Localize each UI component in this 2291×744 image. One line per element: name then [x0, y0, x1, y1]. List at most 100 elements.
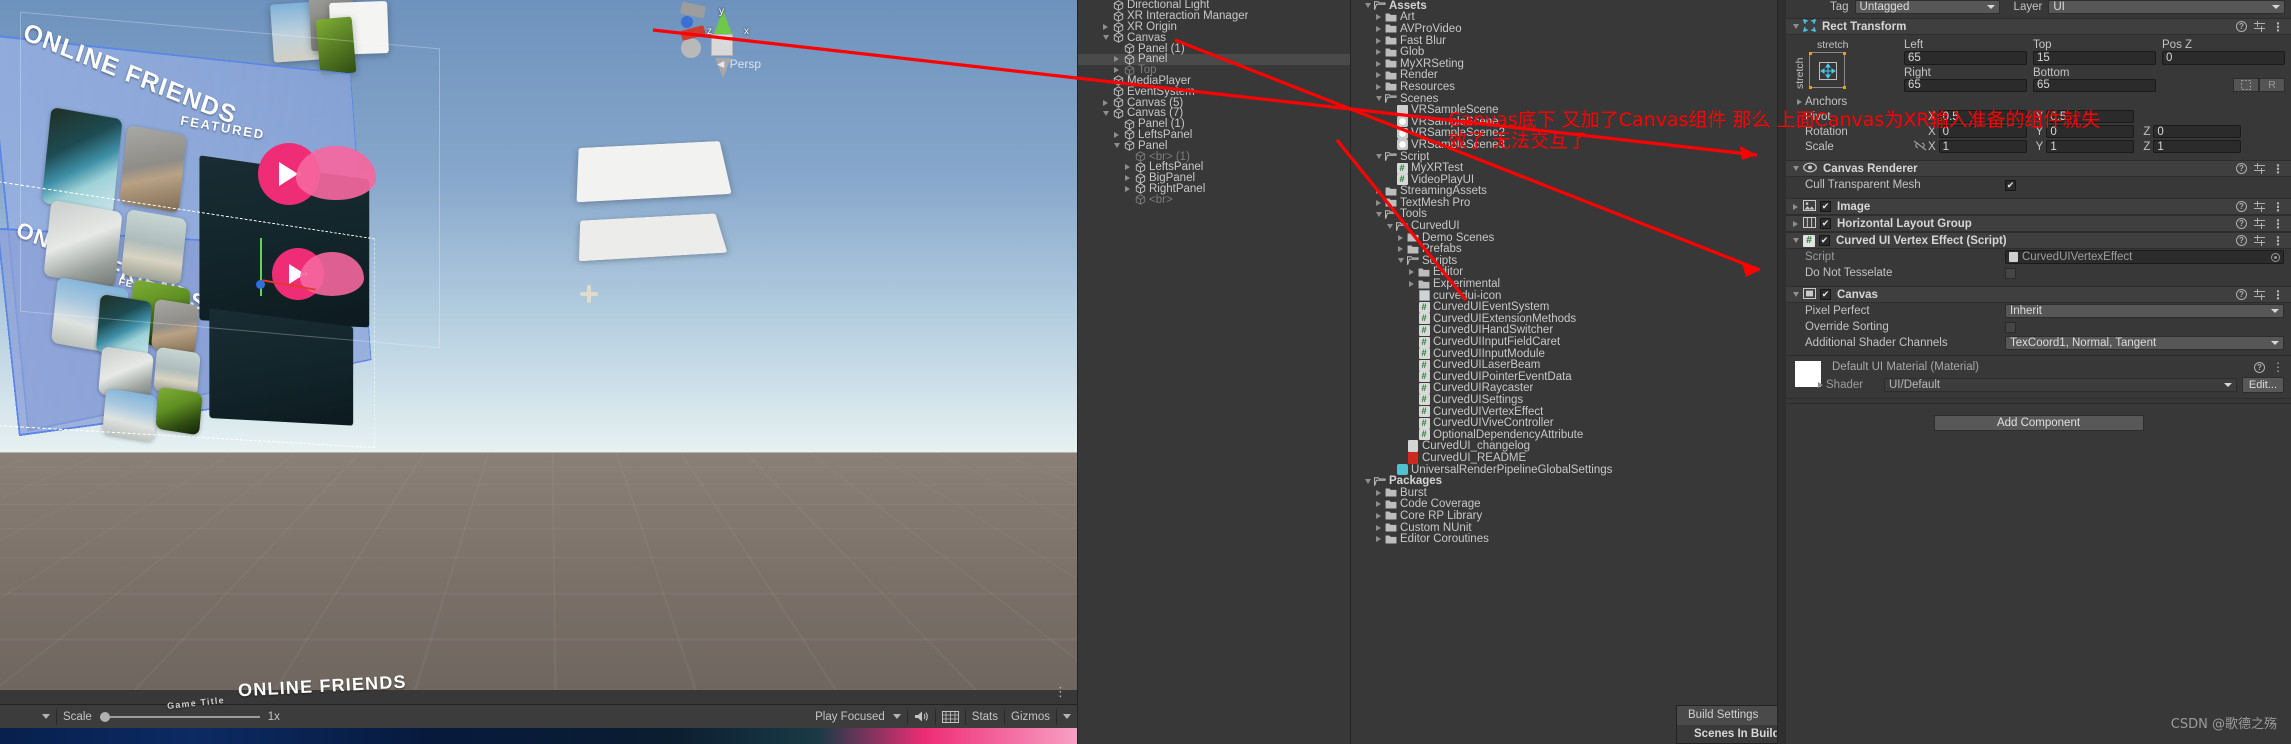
- tree-twisty[interactable]: [1122, 186, 1133, 192]
- point-light-gizmo[interactable]: [578, 283, 600, 305]
- anchor-preset-box[interactable]: [1809, 52, 1845, 88]
- project-item-curveduivertexeffect[interactable]: # CurvedUIVertexEffect: [1351, 406, 1777, 418]
- hierarchy-tree[interactable]: Directional Light XR Interaction Manager X…: [1078, 0, 1350, 205]
- tree-twisty[interactable]: [1111, 67, 1122, 73]
- preset-icon[interactable]: [2254, 289, 2265, 300]
- aspect-dropdown[interactable]: Play Focused: [809, 705, 907, 728]
- left-field-group[interactable]: Left 65: [1904, 39, 2027, 65]
- hierarchy-item-canvas-7[interactable]: Canvas (7): [1078, 108, 1350, 119]
- project-item-curvedui[interactable]: CurvedUI: [1351, 220, 1777, 232]
- component-header-icons[interactable]: ? ⋮: [2236, 201, 2291, 212]
- project-item-custom-nunit[interactable]: Custom NUnit: [1351, 522, 1777, 534]
- scene-view-overflow-menu[interactable]: ⋮: [1054, 688, 1067, 696]
- component-header-icons[interactable]: ? ⋮: [2236, 289, 2291, 300]
- scene-view[interactable]: ONLINE FRIENDS FEATURED ONLINE FRIENDS F…: [0, 0, 1077, 744]
- project-item-demo-scenes[interactable]: Demo Scenes: [1351, 232, 1777, 244]
- tree-twisty[interactable]: [1373, 154, 1384, 159]
- project-item-curveduiinputfieldcaret[interactable]: # CurvedUIInputFieldCaret: [1351, 336, 1777, 348]
- component-menu-icon[interactable]: ⋮: [2272, 220, 2284, 228]
- add-component-button[interactable]: Add Component: [1934, 415, 2144, 431]
- tag-layer-row[interactable]: Tag Untagged Layer UI: [1786, 0, 2291, 13]
- project-item-tools[interactable]: Tools: [1351, 209, 1777, 221]
- curved-ui-enabled-checkbox[interactable]: ✔: [1819, 235, 1830, 246]
- tree-twisty[interactable]: [1373, 525, 1384, 531]
- image-foldout[interactable]: [1790, 204, 1801, 210]
- project-item-core-rp-library[interactable]: Core RP Library: [1351, 510, 1777, 522]
- gizmo-x-ball[interactable]: [681, 38, 701, 58]
- scale-row[interactable]: Scale X 1 Y 1 Z 1: [1786, 139, 2291, 154]
- project-item-render[interactable]: Render: [1351, 70, 1777, 82]
- hierarchy-item-bigpanel[interactable]: BigPanel: [1078, 173, 1350, 184]
- tree-twisty[interactable]: [1373, 26, 1384, 32]
- pixel-perfect-dropdown[interactable]: Inherit: [2005, 304, 2284, 318]
- horizontal-layout-group-header[interactable]: ✔ Horizontal Layout Group ? ⋮: [1786, 215, 2291, 232]
- help-icon[interactable]: ?: [2236, 163, 2247, 174]
- scale-link-toggle[interactable]: [1913, 140, 1928, 154]
- image-component-header[interactable]: ✔ Image ? ⋮: [1786, 198, 2291, 215]
- project-item-curveduisettings[interactable]: # CurvedUISettings: [1351, 394, 1777, 406]
- scale-x-input[interactable]: 1: [1939, 140, 2027, 154]
- anchors-foldout[interactable]: [1794, 99, 1805, 105]
- help-icon[interactable]: ?: [2236, 21, 2247, 32]
- component-header-icons[interactable]: ? ⋮: [2236, 235, 2291, 246]
- tree-twisty[interactable]: [1373, 72, 1384, 78]
- project-item-curvedui-icon[interactable]: curvedui-icon: [1351, 290, 1777, 302]
- hierarchy-item-panel-1[interactable]: Panel (1): [1078, 43, 1350, 54]
- cull-transparent-mesh-row[interactable]: Cull Transparent Mesh ✔: [1786, 177, 2291, 193]
- hierarchy-item-canvas[interactable]: Canvas: [1078, 32, 1350, 43]
- tree-twisty[interactable]: [1362, 3, 1373, 8]
- object-picker-icon[interactable]: [2271, 253, 2280, 262]
- project-item-curveduieventsystem[interactable]: # CurvedUIEventSystem: [1351, 301, 1777, 313]
- project-item-myxrseting[interactable]: MyXRSeting: [1351, 58, 1777, 70]
- script-object-field[interactable]: CurvedUIVertexEffect: [2005, 250, 2284, 264]
- top-input[interactable]: 15: [2033, 51, 2156, 65]
- anchor-preset-widget[interactable]: stretch stretch: [1794, 39, 1904, 92]
- layer-dropdown[interactable]: UI: [2048, 0, 2285, 14]
- shader-channels-row[interactable]: Additional Shader Channels TexCoord1, No…: [1786, 335, 2291, 351]
- gizmo-center-cube[interactable]: [711, 34, 733, 56]
- tree-twisty[interactable]: [1373, 96, 1384, 101]
- tree-twisty[interactable]: [1122, 164, 1133, 170]
- preset-icon[interactable]: [2254, 235, 2265, 246]
- canvas-enabled-checkbox[interactable]: ✔: [1820, 289, 1831, 300]
- horizontal-layout-enabled-checkbox[interactable]: ✔: [1820, 218, 1831, 229]
- project-item-avprovideo[interactable]: AVProVideo: [1351, 23, 1777, 35]
- hierarchy-item-leftspanel[interactable]: LeftsPanel: [1078, 130, 1350, 141]
- hierarchy-item-panel[interactable]: Panel: [1078, 54, 1350, 65]
- override-sorting-row[interactable]: Override Sorting: [1786, 319, 2291, 335]
- hierarchy-item-mediaplayer[interactable]: MediaPlayer: [1078, 76, 1350, 87]
- build-settings-window[interactable]: Build Settings Scenes In Build: [1676, 705, 1777, 744]
- component-header-icons[interactable]: ? ⋮: [2236, 218, 2291, 229]
- project-item-experimental[interactable]: Experimental: [1351, 278, 1777, 290]
- tree-twisty[interactable]: [1362, 479, 1373, 484]
- hierarchy-item-br-1[interactable]: <br> (1): [1078, 151, 1350, 162]
- scene-projection-mode[interactable]: ◄ Persp: [715, 57, 761, 71]
- help-icon[interactable]: ?: [2236, 218, 2247, 229]
- game-view-grid-button[interactable]: [936, 705, 965, 728]
- do-not-tesselate-row[interactable]: Do Not Tesselate: [1786, 265, 2291, 281]
- preset-icon[interactable]: [2254, 218, 2265, 229]
- override-sorting-checkbox[interactable]: [2005, 322, 2016, 333]
- game-view-toolbar[interactable]: Scale 1x Play Focused Stats Gizmos: [0, 704, 1077, 728]
- stats-button[interactable]: Stats: [966, 705, 1004, 728]
- horizontal-layout-foldout[interactable]: [1790, 221, 1801, 227]
- project-item-curveduivivecontroller[interactable]: # CurvedUIViveController: [1351, 417, 1777, 429]
- help-icon[interactable]: ?: [2236, 289, 2247, 300]
- tree-twisty[interactable]: [1395, 246, 1406, 252]
- project-item-code-coverage[interactable]: Code Coverage: [1351, 499, 1777, 511]
- project-item-curveduihandswitcher[interactable]: # CurvedUIHandSwitcher: [1351, 325, 1777, 337]
- bottom-input[interactable]: 65: [2033, 79, 2156, 93]
- rotation-z-input[interactable]: 0: [2153, 125, 2241, 139]
- project-tree[interactable]: Assets Art AVProVideo Fast Blur Glob MyXRSeti…: [1351, 0, 1777, 545]
- tree-twisty[interactable]: [1111, 143, 1122, 148]
- project-item-curveduilaserbeam[interactable]: # CurvedUILaserBeam: [1351, 359, 1777, 371]
- tree-twisty[interactable]: [1373, 200, 1384, 206]
- material-block[interactable]: Default UI Material (Material) ? ⋮ Shade…: [1786, 355, 2291, 398]
- project-item-editor-coroutines[interactable]: Editor Coroutines: [1351, 533, 1777, 545]
- project-item-prefabs[interactable]: Prefabs: [1351, 243, 1777, 255]
- project-item-videoplayui[interactable]: # VideoPlayUI: [1351, 174, 1777, 186]
- scale-y-input[interactable]: 1: [2046, 140, 2134, 154]
- tree-twisty[interactable]: [1373, 49, 1384, 55]
- project-item-glob[interactable]: Glob: [1351, 46, 1777, 58]
- canvas-foldout[interactable]: [1790, 292, 1801, 297]
